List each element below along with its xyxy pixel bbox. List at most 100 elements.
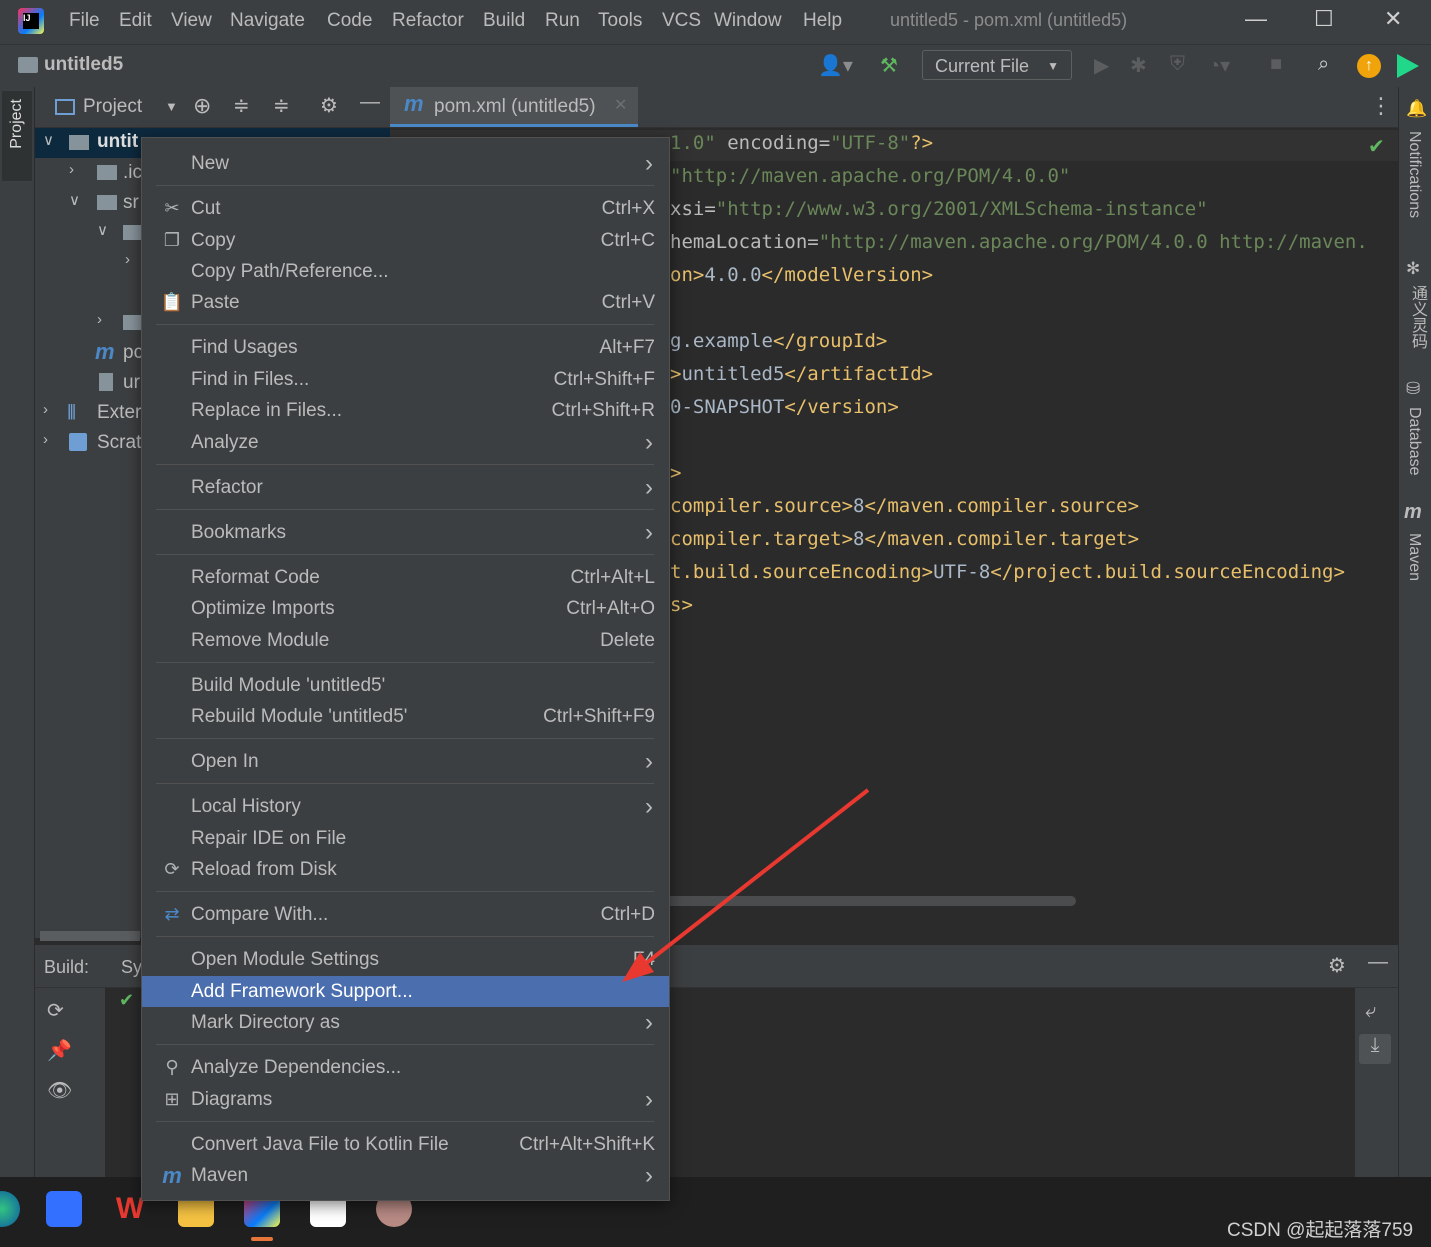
menu-item-new[interactable]: New › [142,148,669,179]
edge-icon[interactable] [0,1191,20,1227]
menu-item-build-module-untitled5[interactable]: Build Module 'untitled5' [142,670,669,701]
menu-item-label: Mark Directory as [191,1012,340,1033]
menu-item-find-in-files[interactable]: Find in Files... Ctrl+Shift+F [142,364,669,395]
code-token: 8 [853,528,865,550]
tab-pom-xml[interactable]: m pom.xml (untitled5) ✕ [390,87,638,127]
soft-wrap-icon[interactable]: ⤶ [1365,1000,1376,1023]
hide-panel-icon[interactable]: — [1368,951,1388,974]
menu-item-copy-path-reference[interactable]: Copy Path/Reference... [142,256,669,287]
menu-item-label: Open Module Settings [191,949,380,970]
menu-item-analyze[interactable]: Analyze › [142,427,669,458]
menu-file[interactable]: File [69,10,100,32]
minimize-icon[interactable]: — [1245,6,1267,32]
gear-icon[interactable]: ⚙ [320,93,338,118]
menu-item-shortcut: Ctrl+Shift+F9 [543,706,655,727]
scroll-to-end-icon[interactable]: ⤓ [1359,1034,1391,1064]
database-tool-button[interactable]: Database [1405,407,1423,476]
code-token: g.example [670,330,773,352]
menu-edit[interactable]: Edit [119,10,152,32]
pin-icon[interactable]: 📌 [47,1038,72,1063]
scratches-icon [69,433,87,451]
menu-item-shortcut: F4 [632,949,655,970]
eye-icon[interactable]: 👁 [47,1078,72,1103]
menu-separator [156,1044,654,1045]
debug-icon[interactable]: ✱ [1130,53,1147,78]
project-tool-label: Project [8,99,25,149]
update-icon[interactable]: ↑ [1357,54,1381,78]
feishu-icon[interactable] [46,1191,82,1227]
menu-code[interactable]: Code [327,10,372,32]
stop-icon[interactable]: ■ [1270,53,1282,76]
menu-item-open-module-settings[interactable]: Open Module Settings F4 [142,944,669,975]
menu-item-maven[interactable]: m Maven › [142,1160,669,1191]
search-icon[interactable]: ⌕ [1318,53,1329,76]
run-config-select[interactable]: Current File ▼ [922,50,1072,80]
menu-item-convert-java-file-to-kotlin-file[interactable]: Convert Java File to Kotlin File Ctrl+Alt… [142,1129,669,1160]
close-icon[interactable]: ✕ [1384,6,1402,32]
menu-run[interactable]: Run [545,10,580,32]
profile-icon[interactable]: ◔▾ [1208,53,1230,78]
maximize-icon[interactable]: ☐ [1314,6,1334,32]
chevron-down-icon[interactable]: ▼ [165,99,178,114]
menu-item-reformat-code[interactable]: Reformat Code Ctrl+Alt+L [142,562,669,593]
chevron-right-icon: › [645,1009,653,1036]
menu-item-refactor[interactable]: Refactor › [142,472,669,503]
code-token: ?> [910,132,934,154]
menu-item-repair-ide-on-file[interactable]: Repair IDE on File [142,823,669,854]
menu-help[interactable]: Help [803,10,842,32]
menu-item-compare-with[interactable]: ⇄ Compare With... Ctrl+D [142,899,669,930]
coverage-icon[interactable]: ⛨ [1170,53,1185,76]
menu-build[interactable]: Build [483,10,525,32]
tongyi-tool-button[interactable]: 通义灵码 [1405,285,1429,349]
more-icon[interactable]: ⋮ [1370,93,1392,119]
project-name[interactable]: untitled5 [44,54,123,76]
hide-panel-icon[interactable]: — [360,91,380,114]
menu-item-cut[interactable]: ✂ Cut Ctrl+X [142,193,669,224]
run-icon[interactable]: ▶ [1094,53,1109,78]
plugin-logo-icon[interactable] [1397,54,1419,78]
code-token: </maven.compiler.target> [864,528,1140,550]
menu-item-mark-directory-as[interactable]: Mark Directory as › [142,1007,669,1038]
user-icon[interactable]: 👤▾ [818,53,853,78]
menu-item-local-history[interactable]: Local History › [142,791,669,822]
menu-view[interactable]: View [171,10,212,32]
maven-tool-button[interactable]: Maven [1405,533,1423,581]
menu-vcs[interactable]: VCS [662,10,701,32]
locate-icon[interactable]: ⊕ [193,93,211,119]
menu-item-reload-from-disk[interactable]: ⟳ Reload from Disk [142,854,669,885]
menu-item-add-framework-support[interactable]: Add Framework Support... [142,976,669,1007]
close-tab-icon[interactable]: ✕ [614,95,627,115]
menu-item-find-usages[interactable]: Find Usages Alt+F7 [142,332,669,363]
code-line: > [670,462,681,484]
menu-item-optimize-imports[interactable]: Optimize Imports Ctrl+Alt+O [142,593,669,624]
code-line: 0-SNAPSHOT</version> [670,396,899,418]
collapse-all-icon[interactable]: ≑ [273,93,290,118]
tree-horizontal-scrollbar[interactable] [40,931,140,941]
inspection-ok-icon: ✔ [1368,136,1385,158]
menu-item-bookmarks[interactable]: Bookmarks › [142,517,669,548]
menu-item-copy[interactable]: ❐ Copy Ctrl+C [142,225,669,256]
notifications-tool-button[interactable]: Notifications [1405,131,1423,218]
menu-item-diagrams[interactable]: ⊞ Diagrams › [142,1084,669,1115]
menu-item-open-in[interactable]: Open In › [142,746,669,777]
editor-horizontal-scrollbar[interactable] [660,896,1076,906]
menu-tools[interactable]: Tools [598,10,642,32]
expand-all-icon[interactable]: ≑ [233,93,250,118]
project-tool-button[interactable]: Project [2,91,32,181]
build-hammer-icon[interactable]: ⚒ [880,53,898,78]
menu-item-replace-in-files[interactable]: Replace in Files... Ctrl+Shift+R [142,395,669,426]
menu-item-label: Local History [191,796,301,817]
menu-item-rebuild-module-untitled5[interactable]: Rebuild Module 'untitled5' Ctrl+Shift+F9 [142,701,669,732]
menu-item-label: Rebuild Module 'untitled5' [191,706,408,727]
project-view-title[interactable]: Project [83,96,142,118]
menu-item-analyze-dependencies[interactable]: ⚲ Analyze Dependencies... [142,1052,669,1083]
sync-icon[interactable]: ⟳ [47,998,64,1023]
menu-window[interactable]: Window [714,10,782,32]
menu-item-remove-module[interactable]: Remove Module Delete [142,625,669,656]
gear-icon[interactable]: ⚙ [1328,953,1346,978]
maven-icon: m [1404,501,1422,523]
menu-item-paste[interactable]: 📋 Paste Ctrl+V [142,287,669,318]
tab-sync[interactable]: Sy [121,957,142,978]
menu-navigate[interactable]: Navigate [230,10,305,32]
menu-refactor[interactable]: Refactor [392,10,464,32]
